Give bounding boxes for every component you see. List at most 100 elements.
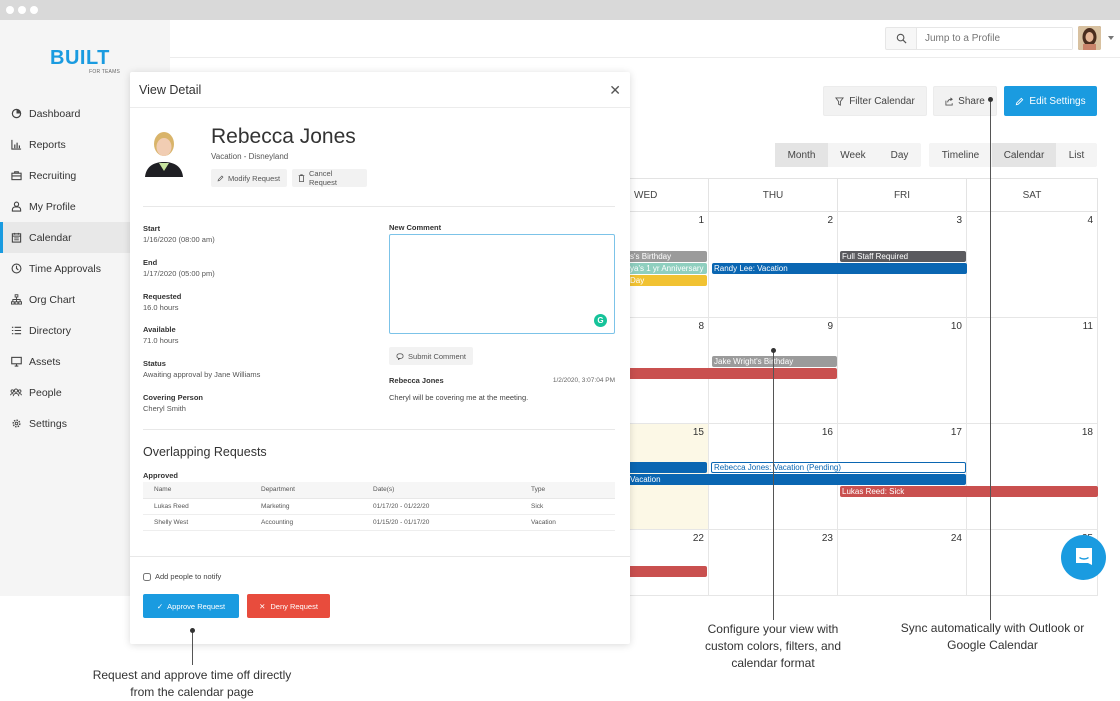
day-number: 18 [1081, 427, 1093, 438]
cancel-request-button[interactable]: Cancel Request [292, 169, 367, 187]
calendar-event[interactable]: Full Staff Required [840, 251, 966, 262]
calendar-event[interactable]: Vacation [628, 474, 966, 485]
day-cell[interactable]: 11 [967, 318, 1098, 424]
profile-search-input[interactable] [917, 28, 1072, 49]
cell-dates: 01/15/20 - 01/17/20 [362, 514, 520, 531]
x-icon: ✕ [259, 601, 266, 611]
tab-calendar[interactable]: Calendar [992, 143, 1056, 167]
cancel-request-label: Cancel Request [309, 169, 337, 187]
gear-icon [10, 418, 22, 430]
window-maximize-dot[interactable] [30, 6, 38, 14]
org-chart-icon [10, 294, 22, 306]
share-button[interactable]: Share [933, 86, 997, 116]
field-value: 71.0 hours [143, 336, 179, 345]
tab-day[interactable]: Day [878, 143, 921, 167]
calendar-event[interactable]: Day [628, 275, 707, 286]
calendar-event-pending[interactable]: Rebecca Jones: Vacation (Pending) [711, 462, 966, 473]
table-row[interactable]: Shelly West Accounting 01/15/20 - 01/17/… [143, 514, 615, 531]
day-number: 10 [950, 321, 962, 332]
day-header-thu: THU [709, 178, 838, 212]
overlapping-requests-table: Name Department Date(s) Type Lukas Reed … [143, 482, 615, 531]
calendar-event[interactable]: ya's 1 yr Anniversary [628, 263, 707, 274]
field-label: Requested [143, 292, 182, 301]
day-cell[interactable]: 24 [838, 530, 967, 596]
field-start: Start 1/16/2020 (08:00 am) [143, 224, 215, 244]
cell-dates: 01/17/20 - 01/22/20 [362, 498, 520, 515]
deny-request-button[interactable]: ✕ Deny Request [247, 594, 330, 618]
close-icon[interactable]: ✕ [609, 83, 621, 97]
submit-comment-button[interactable]: Submit Comment [389, 347, 473, 365]
user-avatar[interactable] [1078, 26, 1101, 50]
tab-list[interactable]: List [1056, 143, 1097, 167]
day-cell[interactable]: 22 [628, 530, 709, 596]
window-close-dot[interactable] [6, 6, 14, 14]
day-cell[interactable]: 4 [967, 212, 1098, 318]
edit-settings-button[interactable]: Edit Settings [1004, 86, 1097, 116]
top-bar [170, 20, 1120, 58]
notify-checkbox[interactable] [143, 572, 151, 581]
day-number: 4 [1087, 215, 1093, 226]
approve-request-label: Approve Request [167, 601, 226, 611]
tab-month[interactable]: Month [775, 143, 828, 167]
table-row[interactable]: Lukas Reed Marketing 01/17/20 - 01/22/20… [143, 498, 615, 515]
annotation-dot [190, 628, 195, 633]
caption-approve: Request and approve time off directly fr… [92, 668, 292, 699]
day-number: 17 [950, 427, 962, 438]
annotation-dot [771, 348, 776, 353]
column-header: Type [520, 482, 615, 499]
day-number: 22 [692, 533, 704, 544]
search-icon[interactable] [886, 28, 917, 49]
profile-search [885, 27, 1073, 50]
new-comment-label: New Comment [389, 223, 442, 232]
day-number: 24 [950, 533, 962, 544]
field-value: Cheryl Smith [143, 404, 186, 413]
day-number: 2 [827, 215, 833, 226]
pencil-icon [217, 175, 224, 182]
monitor-icon [10, 356, 22, 368]
annotation-line [990, 100, 991, 620]
calendar-event[interactable] [628, 462, 707, 473]
user-menu-caret-icon[interactable] [1108, 36, 1114, 40]
column-header: Name [143, 482, 250, 499]
calendar-icon [10, 232, 22, 244]
caption-configure: Configure your view with custom colors, … [704, 622, 842, 670]
annotation-line [192, 630, 193, 665]
calendar-event[interactable]: Lukas Reed: Sick [840, 486, 1098, 497]
sidebar-item-label: Recruiting [29, 169, 77, 182]
sidebar-item-label: Settings [29, 417, 67, 430]
tab-week[interactable]: Week [828, 143, 878, 167]
day-header-fri: FRI [838, 178, 967, 212]
approve-request-button[interactable]: ✓ Approve Request [143, 594, 239, 618]
bar-chart-icon [10, 139, 22, 151]
day-cell[interactable]: 10 [838, 318, 967, 424]
calendar-event[interactable] [628, 566, 707, 577]
cell-department: Accounting [250, 514, 362, 531]
field-label: End [143, 258, 158, 267]
comment-text: Cheryl will be covering me at the meetin… [389, 393, 529, 402]
field-label: Covering Person [143, 393, 204, 402]
logo-tagline: FOR TEAMS [89, 69, 120, 75]
notify-option[interactable]: Add people to notify [143, 572, 221, 581]
share-icon [945, 97, 954, 106]
trash-icon [298, 174, 305, 182]
window-minimize-dot[interactable] [18, 6, 26, 14]
field-value: 16.0 hours [143, 303, 179, 312]
calendar-event[interactable]: Jake Wright's Birthday [712, 356, 837, 367]
day-cell[interactable]: 18 [967, 424, 1098, 530]
logo[interactable]: BUILT FOR TEAMS [50, 48, 120, 75]
chat-launcher[interactable] [1061, 535, 1106, 580]
field-covering-person: Covering Person Cheryl Smith [143, 393, 203, 413]
tab-timeline[interactable]: Timeline [929, 143, 992, 167]
calendar-event[interactable] [628, 368, 837, 379]
overlapping-requests-title: Overlapping Requests [143, 445, 267, 459]
window-chrome [0, 0, 1120, 20]
day-header-wed: WED [628, 178, 709, 212]
calendar-event[interactable]: Randy Lee: Vacation [712, 263, 967, 274]
filter-calendar-button[interactable]: Filter Calendar [823, 86, 927, 116]
comment-author: Rebecca Jones [389, 376, 444, 385]
grammarly-icon[interactable]: G [594, 314, 607, 327]
day-number: 11 [1082, 321, 1093, 332]
modify-request-button[interactable]: Modify Request [211, 169, 287, 187]
calendar-event[interactable]: s's Birthday [628, 251, 707, 262]
new-comment-input[interactable] [389, 234, 615, 334]
